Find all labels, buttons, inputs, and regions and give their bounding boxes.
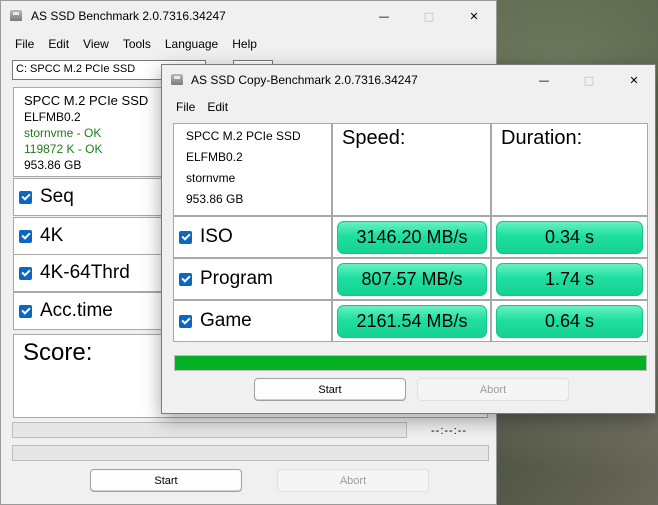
copy-results-grid: SPCC M.2 PCIe SSD ELFMB0.2 stornvme 953.… — [173, 123, 648, 356]
game-duration-value: 0.64 s — [496, 305, 643, 338]
copy-titlebar[interactable]: AS SSD Copy-Benchmark 2.0.7316.34247 — □… — [162, 65, 655, 95]
4k-64thrd-checkbox[interactable] — [19, 266, 32, 280]
seq-checkbox[interactable] — [19, 190, 32, 204]
maximize-icon: □ — [583, 74, 595, 87]
maximize-icon: □ — [423, 10, 435, 23]
4k-checkbox[interactable] — [19, 229, 32, 243]
menu-file[interactable]: File — [1, 37, 41, 51]
drive-model: SPCC M.2 PCIe SSD — [186, 129, 301, 143]
main-secondary-progress-bar — [12, 445, 489, 461]
menu-edit[interactable]: Edit — [201, 100, 234, 114]
minimize-icon[interactable]: — — [521, 65, 567, 96]
copy-window-title: AS SSD Copy-Benchmark 2.0.7316.34247 — [191, 73, 418, 87]
main-titlebar[interactable]: AS SSD Benchmark 2.0.7316.34247 — □ ✕ — [1, 1, 496, 32]
main-start-button[interactable]: Start — [90, 469, 242, 492]
iso-checkbox[interactable] — [179, 230, 192, 244]
drive-driver: stornvme — [186, 171, 236, 185]
copy-progress-bar — [174, 355, 647, 371]
drive-model: SPCC M.2 PCIe SSD — [24, 93, 149, 108]
test-row-4k-64thrd: 4K-64Thrd — [13, 254, 173, 292]
test-label: 4K-64Thrd — [40, 262, 130, 283]
program-speed-value: 807.57 MB/s — [337, 263, 487, 296]
menu-file[interactable]: File — [170, 100, 201, 114]
acc-time-checkbox[interactable] — [19, 304, 32, 318]
drive-firmware: ELFMB0.2 — [24, 110, 81, 124]
menu-language[interactable]: Language — [158, 37, 225, 51]
test-label: Acc.time — [40, 300, 113, 321]
duration-header: Duration: — [491, 123, 648, 216]
copy-menubar: File Edit — [170, 96, 234, 118]
menu-help[interactable]: Help — [225, 37, 264, 51]
drive-firmware: ELFMB0.2 — [186, 150, 243, 164]
time-readout: --:--:-- — [431, 425, 468, 437]
row-game: Game — [173, 300, 332, 342]
program-speed-cell: 807.57 MB/s — [332, 258, 491, 300]
program-duration-cell: 1.74 s — [491, 258, 648, 300]
test-row-seq: Seq — [13, 178, 173, 216]
test-label: 4K — [40, 225, 64, 246]
game-speed-value: 2161.54 MB/s — [337, 305, 487, 338]
row-label: Game — [200, 310, 252, 331]
iso-speed-cell: 3146.20 MB/s — [332, 216, 491, 258]
score-label: Score: — [23, 339, 93, 366]
copy-start-button[interactable]: Start — [254, 378, 406, 401]
test-row-4k: 4K — [13, 217, 173, 255]
drive-capacity: 953.86 GB — [24, 158, 82, 172]
test-row-acc-time: Acc.time — [13, 292, 173, 330]
iso-duration-value: 0.34 s — [496, 221, 643, 254]
speed-header: Speed: — [332, 123, 491, 216]
copy-benchmark-window: AS SSD Copy-Benchmark 2.0.7316.34247 — □… — [161, 64, 656, 414]
drive-icon — [171, 74, 183, 85]
drive-icon — [10, 10, 22, 21]
row-iso: ISO — [173, 216, 332, 258]
row-program: Program — [173, 258, 332, 300]
menu-tools[interactable]: Tools — [116, 37, 158, 51]
row-label: Program — [200, 268, 273, 289]
main-menubar: File Edit View Tools Language Help — [1, 32, 496, 56]
drive-capacity: 953.86 GB — [186, 192, 244, 206]
drive-info-panel: SPCC M.2 PCIe SSD ELFMB0.2 stornvme - OK… — [13, 87, 173, 177]
close-icon[interactable]: ✕ — [611, 65, 657, 96]
main-progress-bar — [12, 422, 407, 438]
menu-view[interactable]: View — [76, 37, 116, 51]
main-abort-button: Abort — [277, 469, 429, 492]
menu-edit[interactable]: Edit — [41, 37, 76, 51]
test-label: Seq — [40, 186, 74, 207]
iso-duration-cell: 0.34 s — [491, 216, 648, 258]
driver-status: stornvme - OK — [24, 126, 102, 140]
program-checkbox[interactable] — [179, 272, 192, 286]
row-label: ISO — [200, 226, 233, 247]
program-duration-value: 1.74 s — [496, 263, 643, 296]
main-window-title: AS SSD Benchmark 2.0.7316.34247 — [31, 9, 226, 23]
game-speed-cell: 2161.54 MB/s — [332, 300, 491, 342]
copy-drive-info: SPCC M.2 PCIe SSD ELFMB0.2 stornvme 953.… — [173, 123, 332, 216]
iso-speed-value: 3146.20 MB/s — [337, 221, 487, 254]
game-checkbox[interactable] — [179, 314, 192, 328]
alignment-status: 119872 K - OK — [24, 142, 103, 156]
copy-abort-button: Abort — [417, 378, 569, 401]
minimize-icon[interactable]: — — [361, 1, 407, 32]
game-duration-cell: 0.64 s — [491, 300, 648, 342]
close-icon[interactable]: ✕ — [451, 1, 497, 32]
